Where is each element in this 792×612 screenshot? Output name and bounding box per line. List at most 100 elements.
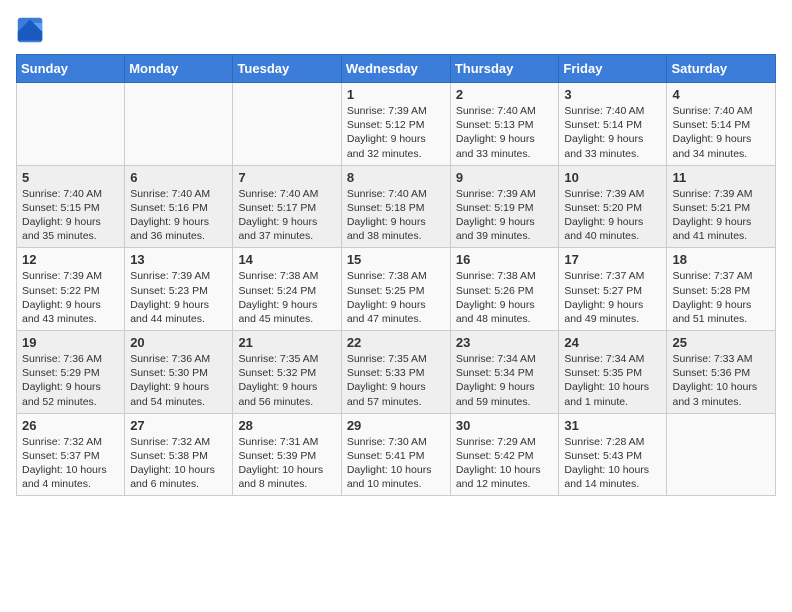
day-number: 28 bbox=[238, 418, 335, 433]
calendar-cell: 13 Sunrise: 7:39 AM Sunset: 5:23 PM Dayli… bbox=[125, 248, 233, 331]
day-number: 22 bbox=[347, 335, 445, 350]
calendar-cell: 25 Sunrise: 7:33 AM Sunset: 5:36 PM Dayli… bbox=[667, 331, 776, 414]
day-number: 15 bbox=[347, 252, 445, 267]
day-number: 26 bbox=[22, 418, 119, 433]
day-info: Sunrise: 7:32 AM Sunset: 5:38 PM Dayligh… bbox=[130, 435, 227, 492]
calendar-cell: 9 Sunrise: 7:39 AM Sunset: 5:19 PM Daylig… bbox=[450, 165, 559, 248]
calendar-cell: 3 Sunrise: 7:40 AM Sunset: 5:14 PM Daylig… bbox=[559, 83, 667, 166]
day-info: Sunrise: 7:37 AM Sunset: 5:27 PM Dayligh… bbox=[564, 269, 661, 326]
calendar-cell: 21 Sunrise: 7:35 AM Sunset: 5:32 PM Dayli… bbox=[233, 331, 341, 414]
day-number: 24 bbox=[564, 335, 661, 350]
day-number: 6 bbox=[130, 170, 227, 185]
day-info: Sunrise: 7:39 AM Sunset: 5:12 PM Dayligh… bbox=[347, 104, 445, 161]
calendar-cell: 15 Sunrise: 7:38 AM Sunset: 5:25 PM Dayli… bbox=[341, 248, 450, 331]
page-header bbox=[16, 16, 776, 44]
calendar-cell: 29Sunrise: 7:30 AM Sunset: 5:41 PM Dayli… bbox=[341, 413, 450, 496]
day-number: 29 bbox=[347, 418, 445, 433]
calendar-cell bbox=[125, 83, 233, 166]
day-header-friday: Friday bbox=[559, 55, 667, 83]
day-info: Sunrise: 7:29 AM Sunset: 5:42 PM Dayligh… bbox=[456, 435, 554, 492]
day-info: Sunrise: 7:38 AM Sunset: 5:26 PM Dayligh… bbox=[456, 269, 554, 326]
calendar-cell: 7 Sunrise: 7:40 AM Sunset: 5:17 PM Daylig… bbox=[233, 165, 341, 248]
calendar-cell: 14 Sunrise: 7:38 AM Sunset: 5:24 PM Dayli… bbox=[233, 248, 341, 331]
calendar-cell bbox=[17, 83, 125, 166]
day-number: 25 bbox=[672, 335, 770, 350]
calendar-cell bbox=[233, 83, 341, 166]
calendar-cell: 10 Sunrise: 7:39 AM Sunset: 5:20 PM Dayli… bbox=[559, 165, 667, 248]
day-number: 10 bbox=[564, 170, 661, 185]
day-info: Sunrise: 7:32 AM Sunset: 5:37 PM Dayligh… bbox=[22, 435, 119, 492]
day-info: Sunrise: 7:34 AM Sunset: 5:34 PM Dayligh… bbox=[456, 352, 554, 409]
day-info: Sunrise: 7:40 AM Sunset: 5:14 PM Dayligh… bbox=[564, 104, 661, 161]
day-number: 31 bbox=[564, 418, 661, 433]
day-header-tuesday: Tuesday bbox=[233, 55, 341, 83]
day-header-saturday: Saturday bbox=[667, 55, 776, 83]
logo-icon bbox=[16, 16, 44, 44]
day-number: 17 bbox=[564, 252, 661, 267]
day-number: 1 bbox=[347, 87, 445, 102]
calendar-cell: 18 Sunrise: 7:37 AM Sunset: 5:28 PM Dayli… bbox=[667, 248, 776, 331]
day-info: Sunrise: 7:34 AM Sunset: 5:35 PM Dayligh… bbox=[564, 352, 661, 409]
calendar-cell: 12Sunrise: 7:39 AM Sunset: 5:22 PM Dayli… bbox=[17, 248, 125, 331]
calendar-cell: 27 Sunrise: 7:32 AM Sunset: 5:38 PM Dayli… bbox=[125, 413, 233, 496]
day-number: 3 bbox=[564, 87, 661, 102]
calendar-week-row: 26 Sunrise: 7:32 AM Sunset: 5:37 PM Dayli… bbox=[17, 413, 776, 496]
day-number: 13 bbox=[130, 252, 227, 267]
calendar-cell: 20 Sunrise: 7:36 AM Sunset: 5:30 PM Dayli… bbox=[125, 331, 233, 414]
day-info: Sunrise: 7:36 AM Sunset: 5:29 PM Dayligh… bbox=[22, 352, 119, 409]
day-info: Sunrise: 7:36 AM Sunset: 5:30 PM Dayligh… bbox=[130, 352, 227, 409]
day-number: 19 bbox=[22, 335, 119, 350]
day-number: 16 bbox=[456, 252, 554, 267]
day-number: 7 bbox=[238, 170, 335, 185]
calendar-cell: 28 Sunrise: 7:31 AM Sunset: 5:39 PM Dayli… bbox=[233, 413, 341, 496]
day-info: Sunrise: 7:40 AM Sunset: 5:14 PM Dayligh… bbox=[672, 104, 770, 161]
calendar-cell: 17 Sunrise: 7:37 AM Sunset: 5:27 PM Dayli… bbox=[559, 248, 667, 331]
day-number: 2 bbox=[456, 87, 554, 102]
day-info: Sunrise: 7:40 AM Sunset: 5:17 PM Dayligh… bbox=[238, 187, 335, 244]
calendar-cell: 5Sunrise: 7:40 AM Sunset: 5:15 PM Daylig… bbox=[17, 165, 125, 248]
day-header-wednesday: Wednesday bbox=[341, 55, 450, 83]
day-info: Sunrise: 7:39 AM Sunset: 5:21 PM Dayligh… bbox=[672, 187, 770, 244]
calendar-cell: 8 Sunrise: 7:40 AM Sunset: 5:18 PM Daylig… bbox=[341, 165, 450, 248]
calendar-table: SundayMondayTuesdayWednesdayThursdayFrid… bbox=[16, 54, 776, 496]
day-info: Sunrise: 7:40 AM Sunset: 5:16 PM Dayligh… bbox=[130, 187, 227, 244]
calendar-cell: 4Sunrise: 7:40 AM Sunset: 5:14 PM Daylig… bbox=[667, 83, 776, 166]
calendar-week-row: 5Sunrise: 7:40 AM Sunset: 5:15 PM Daylig… bbox=[17, 165, 776, 248]
calendar-cell: 31Sunrise: 7:28 AM Sunset: 5:43 PM Dayli… bbox=[559, 413, 667, 496]
day-number: 27 bbox=[130, 418, 227, 433]
calendar-week-row: 1 Sunrise: 7:39 AM Sunset: 5:12 PM Daylig… bbox=[17, 83, 776, 166]
day-number: 30 bbox=[456, 418, 554, 433]
day-info: Sunrise: 7:39 AM Sunset: 5:19 PM Dayligh… bbox=[456, 187, 554, 244]
calendar-cell: 11 Sunrise: 7:39 AM Sunset: 5:21 PM Dayli… bbox=[667, 165, 776, 248]
day-info: Sunrise: 7:35 AM Sunset: 5:33 PM Dayligh… bbox=[347, 352, 445, 409]
calendar-cell bbox=[667, 413, 776, 496]
day-info: Sunrise: 7:35 AM Sunset: 5:32 PM Dayligh… bbox=[238, 352, 335, 409]
calendar-cell: 16 Sunrise: 7:38 AM Sunset: 5:26 PM Dayli… bbox=[450, 248, 559, 331]
day-number: 20 bbox=[130, 335, 227, 350]
day-info: Sunrise: 7:38 AM Sunset: 5:24 PM Dayligh… bbox=[238, 269, 335, 326]
day-number: 21 bbox=[238, 335, 335, 350]
day-header-monday: Monday bbox=[125, 55, 233, 83]
day-info: Sunrise: 7:33 AM Sunset: 5:36 PM Dayligh… bbox=[672, 352, 770, 409]
day-info: Sunrise: 7:40 AM Sunset: 5:18 PM Dayligh… bbox=[347, 187, 445, 244]
calendar-cell: 6 Sunrise: 7:40 AM Sunset: 5:16 PM Daylig… bbox=[125, 165, 233, 248]
calendar-week-row: 12Sunrise: 7:39 AM Sunset: 5:22 PM Dayli… bbox=[17, 248, 776, 331]
day-info: Sunrise: 7:39 AM Sunset: 5:23 PM Dayligh… bbox=[130, 269, 227, 326]
day-info: Sunrise: 7:39 AM Sunset: 5:20 PM Dayligh… bbox=[564, 187, 661, 244]
calendar-cell: 22 Sunrise: 7:35 AM Sunset: 5:33 PM Dayli… bbox=[341, 331, 450, 414]
day-number: 9 bbox=[456, 170, 554, 185]
calendar-cell: 30 Sunrise: 7:29 AM Sunset: 5:42 PM Dayli… bbox=[450, 413, 559, 496]
day-info: Sunrise: 7:31 AM Sunset: 5:39 PM Dayligh… bbox=[238, 435, 335, 492]
calendar-week-row: 19 Sunrise: 7:36 AM Sunset: 5:29 PM Dayli… bbox=[17, 331, 776, 414]
day-info: Sunrise: 7:38 AM Sunset: 5:25 PM Dayligh… bbox=[347, 269, 445, 326]
day-number: 8 bbox=[347, 170, 445, 185]
day-number: 23 bbox=[456, 335, 554, 350]
day-number: 14 bbox=[238, 252, 335, 267]
calendar-cell: 19 Sunrise: 7:36 AM Sunset: 5:29 PM Dayli… bbox=[17, 331, 125, 414]
day-number: 11 bbox=[672, 170, 770, 185]
day-info: Sunrise: 7:37 AM Sunset: 5:28 PM Dayligh… bbox=[672, 269, 770, 326]
logo bbox=[16, 16, 48, 44]
day-number: 18 bbox=[672, 252, 770, 267]
day-header-sunday: Sunday bbox=[17, 55, 125, 83]
calendar-cell: 1 Sunrise: 7:39 AM Sunset: 5:12 PM Daylig… bbox=[341, 83, 450, 166]
